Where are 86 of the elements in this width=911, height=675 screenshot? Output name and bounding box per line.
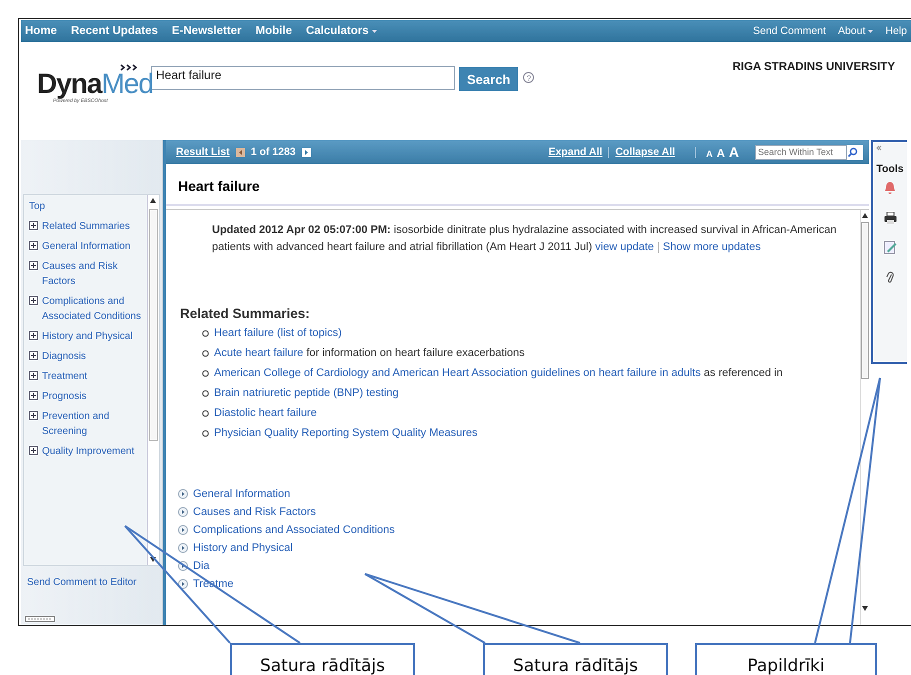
expand-all-link[interactable]: Expand All bbox=[548, 146, 602, 158]
bullet-icon bbox=[202, 410, 209, 417]
expand-icon[interactable] bbox=[29, 221, 38, 230]
contents-link[interactable]: Prognosis bbox=[42, 389, 86, 404]
contents-link[interactable]: Diagnosis bbox=[42, 349, 86, 364]
contents-link[interactable]: History and Physical bbox=[42, 329, 133, 344]
font-size-link[interactable]: A bbox=[716, 148, 725, 160]
article-title: Heart failure bbox=[166, 164, 869, 206]
search-button[interactable]: Search bbox=[459, 67, 518, 91]
bell-icon[interactable] bbox=[884, 181, 896, 195]
expand-icon[interactable] bbox=[29, 411, 38, 420]
summary-note: for information on heart failure exacerbations bbox=[305, 347, 525, 359]
summary-link[interactable]: Physician Quality Reporting System Quality Measures bbox=[214, 427, 478, 439]
scroll-up-icon[interactable] bbox=[862, 213, 868, 218]
expand-icon[interactable] bbox=[29, 446, 38, 455]
nav-link[interactable]: About bbox=[838, 25, 874, 37]
collapse-all-link[interactable]: Collapse All bbox=[615, 146, 676, 158]
callout-label: Papildrīki bbox=[695, 643, 877, 675]
expand-icon[interactable] bbox=[29, 391, 38, 400]
scrollbar[interactable] bbox=[860, 210, 869, 625]
result-list-link[interactable]: Result List bbox=[176, 146, 230, 158]
bullet-icon bbox=[202, 430, 209, 437]
contents-link[interactable]: Treatment bbox=[42, 369, 88, 384]
search-field[interactable]: Heart failure bbox=[151, 66, 455, 90]
paperclip-icon[interactable] bbox=[886, 271, 894, 284]
update-link[interactable]: Show more updates bbox=[662, 241, 761, 253]
expand-icon[interactable] bbox=[29, 296, 38, 305]
section-link[interactable]: General Information bbox=[193, 488, 290, 500]
expand-icon[interactable] bbox=[29, 241, 38, 250]
expand-icon[interactable] bbox=[29, 351, 38, 360]
section-link[interactable]: Dia bbox=[193, 560, 210, 572]
search-icon[interactable] bbox=[847, 146, 858, 158]
send-comment-link[interactable]: Send Comment to Editor bbox=[27, 575, 162, 590]
edit-icon[interactable] bbox=[884, 241, 896, 254]
update-link[interactable]: view update bbox=[595, 241, 654, 253]
nav-link[interactable]: Recent Updates bbox=[70, 25, 158, 37]
scroll-up-icon[interactable] bbox=[150, 198, 156, 203]
summary-link[interactable]: Brain natriuretic peptide (BNP) testing bbox=[214, 387, 399, 399]
font-size-link[interactable]: A bbox=[706, 149, 713, 159]
bullet-icon bbox=[202, 370, 209, 377]
nav-link[interactable]: E-Newsletter bbox=[172, 25, 242, 37]
section-heading: Related Summaries: bbox=[180, 306, 311, 321]
nav-link[interactable]: Help bbox=[885, 25, 907, 37]
update-notice: Updated 2012 Apr 02 05:07:00 PM: isosorbide dinitrate plus hydralazine associated with increased survival in African-American patients with advanced heart failure and atrial fibrillation (Am Heart J 2011 Jul) view update Show more updates bbox=[212, 223, 838, 255]
nav-link[interactable]: Mobile bbox=[256, 25, 292, 37]
printer-icon[interactable] bbox=[884, 212, 896, 224]
contents-link[interactable]: Related Summaries bbox=[42, 219, 130, 234]
chevrons-icon bbox=[120, 64, 138, 71]
previous-icon[interactable] bbox=[236, 148, 245, 156]
summary-link[interactable]: Diastolic heart failure bbox=[214, 407, 317, 419]
expand-icon[interactable] bbox=[29, 371, 38, 380]
status-indicator-icon bbox=[25, 616, 55, 622]
font-size-link[interactable]: A bbox=[728, 144, 739, 160]
section-link[interactable]: Complications and Associated Conditions bbox=[193, 524, 395, 536]
section-link[interactable]: History and Physical bbox=[193, 542, 293, 554]
institution-name: RIGA STRADINS UNIVERSITY bbox=[732, 61, 895, 73]
expand-icon[interactable] bbox=[29, 331, 38, 340]
expand-icon[interactable] bbox=[29, 261, 38, 270]
callout-label: Satura rādītājs bbox=[483, 643, 668, 675]
next-icon[interactable] bbox=[302, 148, 311, 156]
search-within-field[interactable]: Search Within Text bbox=[755, 144, 847, 160]
scroll-down-icon[interactable] bbox=[862, 606, 868, 611]
contents-link[interactable]: Quality Improvement bbox=[42, 444, 134, 459]
tools-heading: Tools bbox=[876, 163, 904, 175]
contents-link[interactable]: General Information bbox=[42, 239, 130, 254]
bullet-icon bbox=[202, 350, 209, 357]
help-button[interactable]: ? bbox=[523, 72, 534, 83]
bullet-icon bbox=[202, 390, 209, 397]
summary-link[interactable]: American College of Cardiology and American Heart Association guidelines on heart failure in adults bbox=[214, 367, 701, 379]
summary-note: as referenced in bbox=[702, 367, 783, 379]
section-link[interactable]: Causes and Risk Factors bbox=[193, 506, 316, 518]
contents-link[interactable]: Prevention and Screening bbox=[42, 409, 144, 439]
bullet-icon bbox=[202, 330, 209, 337]
collapse-icon[interactable] bbox=[876, 145, 882, 151]
nav-link[interactable]: Home bbox=[25, 25, 57, 37]
nav-link[interactable]: Send Comment bbox=[752, 25, 826, 37]
summary-link[interactable]: Heart failure (list of topics) bbox=[214, 327, 342, 339]
result-position: 1 of 1283 bbox=[250, 146, 296, 158]
summary-link[interactable]: Acute heart failure bbox=[214, 347, 304, 359]
scroll-down-icon[interactable] bbox=[150, 557, 156, 562]
nav-link[interactable]: Calculators bbox=[306, 25, 377, 37]
contents-link[interactable]: Causes and Risk Factors bbox=[42, 259, 144, 289]
top-link[interactable]: Top bbox=[29, 199, 144, 214]
callout-label: Satura rādītājs bbox=[230, 643, 415, 675]
contents-link[interactable]: Complications and Associated Conditions bbox=[42, 294, 144, 324]
scrollbar[interactable] bbox=[147, 195, 159, 565]
